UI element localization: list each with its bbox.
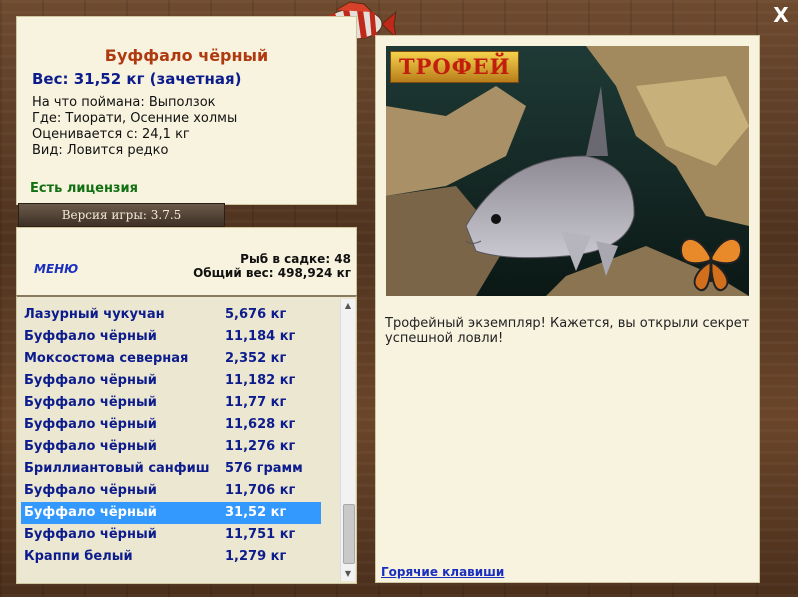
- fish-weight: Вес: 31,52 кг (зачетная): [32, 70, 242, 88]
- close-icon[interactable]: X: [770, 4, 792, 26]
- list-item[interactable]: Буффало чёрный 11,276 кг: [21, 436, 321, 458]
- detail-panel: ТРОФЕЙ Трофейный экземпляр! Кажется, вы …: [375, 35, 760, 583]
- list-item[interactable]: Бриллиантовый санфиш 576 грамм: [21, 458, 321, 480]
- list-scrollbar[interactable]: ▲ ▼: [340, 299, 355, 581]
- list-item[interactable]: Буффало чёрный 11,77 кг: [21, 392, 321, 414]
- list-item-name: Буффало чёрный: [24, 373, 157, 388]
- fish-title: Буффало чёрный: [104, 46, 269, 65]
- list-item-weight: 11,77 кг: [225, 395, 287, 410]
- license-status: Есть лицензия: [30, 181, 138, 196]
- list-item-name: Буффало чёрный: [24, 505, 157, 520]
- list-item[interactable]: Буффало чёрный 11,706 кг: [21, 480, 321, 502]
- list-item[interactable]: Буффало чёрный 11,751 кг: [21, 524, 321, 546]
- list-item-name: Буффало чёрный: [24, 483, 157, 498]
- game-version: Версия игры: 3.7.5: [18, 203, 225, 227]
- trophy-description: Трофейный экземпляр! Кажется, вы открыли…: [385, 316, 750, 346]
- list-item-weight: 11,706 кг: [225, 483, 296, 498]
- fish-info-panel: Буффало чёрный Вес: 31,52 кг (зачетная) …: [16, 16, 357, 205]
- list-item[interactable]: Буффало чёрный 11,184 кг: [21, 326, 321, 348]
- fish-photo: ТРОФЕЙ: [386, 46, 749, 296]
- rarity-line: Вид: Ловится редко: [32, 143, 169, 158]
- cage-count: Рыб в садке: 48: [240, 252, 351, 266]
- list-item-weight: 11,628 кг: [225, 417, 296, 432]
- hotkeys-link[interactable]: Горячие клавиши: [381, 565, 504, 579]
- list-item-weight: 576 грамм: [225, 461, 303, 476]
- scroll-down-icon[interactable]: ▼: [341, 567, 355, 581]
- list-item-name: Краппи белый: [24, 549, 133, 564]
- list-item[interactable]: Лазурный чукучан 5,676 кг: [21, 304, 321, 326]
- scroll-up-icon[interactable]: ▲: [341, 299, 355, 313]
- list-item-name: Буффало чёрный: [24, 395, 157, 410]
- list-item-weight: 2,352 кг: [225, 351, 287, 366]
- scroll-thumb[interactable]: [343, 504, 355, 564]
- list-item[interactable]: Буффало чёрный 11,182 кг: [21, 370, 321, 392]
- list-item-name: Буффало чёрный: [24, 417, 157, 432]
- list-item-name: Лазурный чукучан: [24, 307, 165, 322]
- list-item-name: Бриллиантовый санфиш: [24, 461, 210, 476]
- catch-list: Лазурный чукучан 5,676 кг Буффало чёрный 11…: [16, 295, 357, 584]
- list-item[interactable]: Краппи белый 1,279 кг: [21, 546, 321, 568]
- list-item-weight: 11,751 кг: [225, 527, 296, 542]
- list-item-name: Моксостома северная: [24, 351, 189, 366]
- list-item-name: Буффало чёрный: [24, 527, 157, 542]
- list-item[interactable]: Моксостома северная 2,352 кг: [21, 348, 321, 370]
- trophy-badge: ТРОФЕЙ: [390, 51, 520, 83]
- list-item-name: Буффало чёрный: [24, 439, 157, 454]
- list-item[interactable]: Буффало чёрный 31,52 кг: [21, 502, 321, 524]
- list-item-weight: 11,182 кг: [225, 373, 296, 388]
- stats-panel: МЕНЮ Рыб в садке: 48 Общий вес: 498,924 …: [16, 227, 357, 297]
- total-weight: Общий вес: 498,924 кг: [193, 266, 351, 280]
- bait-line: На что поймана: Выползок: [32, 95, 216, 110]
- list-item-weight: 1,279 кг: [225, 549, 287, 564]
- butterfly-icon: [679, 237, 743, 292]
- location-line: Где: Тиорати, Осенние холмы: [32, 111, 238, 126]
- list-item-name: Буффало чёрный: [24, 329, 157, 344]
- menu-button[interactable]: МЕНЮ: [34, 262, 78, 276]
- list-item-weight: 31,52 кг: [225, 505, 287, 520]
- list-item-weight: 11,184 кг: [225, 329, 296, 344]
- list-item-weight: 5,676 кг: [225, 307, 287, 322]
- list-item[interactable]: Буффало чёрный 11,628 кг: [21, 414, 321, 436]
- list-item-weight: 11,276 кг: [225, 439, 296, 454]
- rating-line: Оценивается с: 24,1 кг: [32, 127, 190, 142]
